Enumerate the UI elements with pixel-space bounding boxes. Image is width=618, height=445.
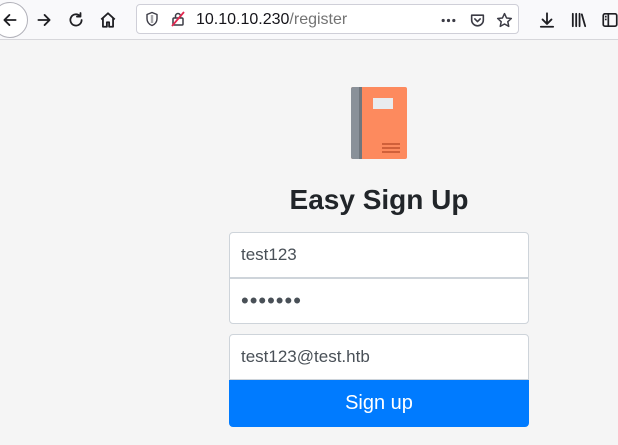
downloads-button[interactable] (533, 6, 561, 34)
tracking-shield-icon[interactable] (144, 11, 160, 27)
page-actions-button[interactable] (438, 10, 458, 30)
reload-icon (69, 12, 83, 27)
library-button[interactable] (565, 6, 593, 34)
pocket-button[interactable] (467, 10, 487, 30)
sidebar-button[interactable] (596, 6, 618, 34)
downloads-icon (539, 12, 555, 28)
forward-icon (37, 14, 51, 26)
library-icon (571, 12, 587, 28)
page-actions-icon (441, 18, 455, 22)
insecure-lock-icon[interactable] (170, 11, 186, 27)
browser-toolbar: 10.10.10.230/register (0, 0, 618, 40)
url-bar[interactable]: 10.10.10.230/register (136, 4, 519, 34)
url-host: 10.10.10.230 (196, 11, 290, 28)
password-field[interactable]: ••••••• (229, 278, 529, 324)
back-button[interactable] (0, 2, 28, 38)
page-title: Easy Sign Up (289, 184, 469, 215)
email-field[interactable]: test123@test.htb (229, 334, 529, 380)
signup-button[interactable]: Sign up (229, 380, 529, 427)
back-icon (3, 14, 17, 26)
bookmark-button[interactable] (494, 10, 514, 30)
home-button[interactable] (94, 6, 122, 34)
username-field[interactable]: test123 (229, 232, 529, 278)
bookmark-star-icon (496, 12, 512, 27)
reload-button[interactable] (62, 6, 90, 34)
url-text[interactable]: 10.10.10.230/register (196, 10, 347, 29)
notebook-icon (350, 86, 408, 160)
sidebar-icon (602, 12, 618, 28)
pocket-icon (470, 13, 484, 27)
url-path: /register (289, 11, 348, 28)
forward-button[interactable] (30, 6, 58, 34)
home-icon (100, 12, 116, 28)
